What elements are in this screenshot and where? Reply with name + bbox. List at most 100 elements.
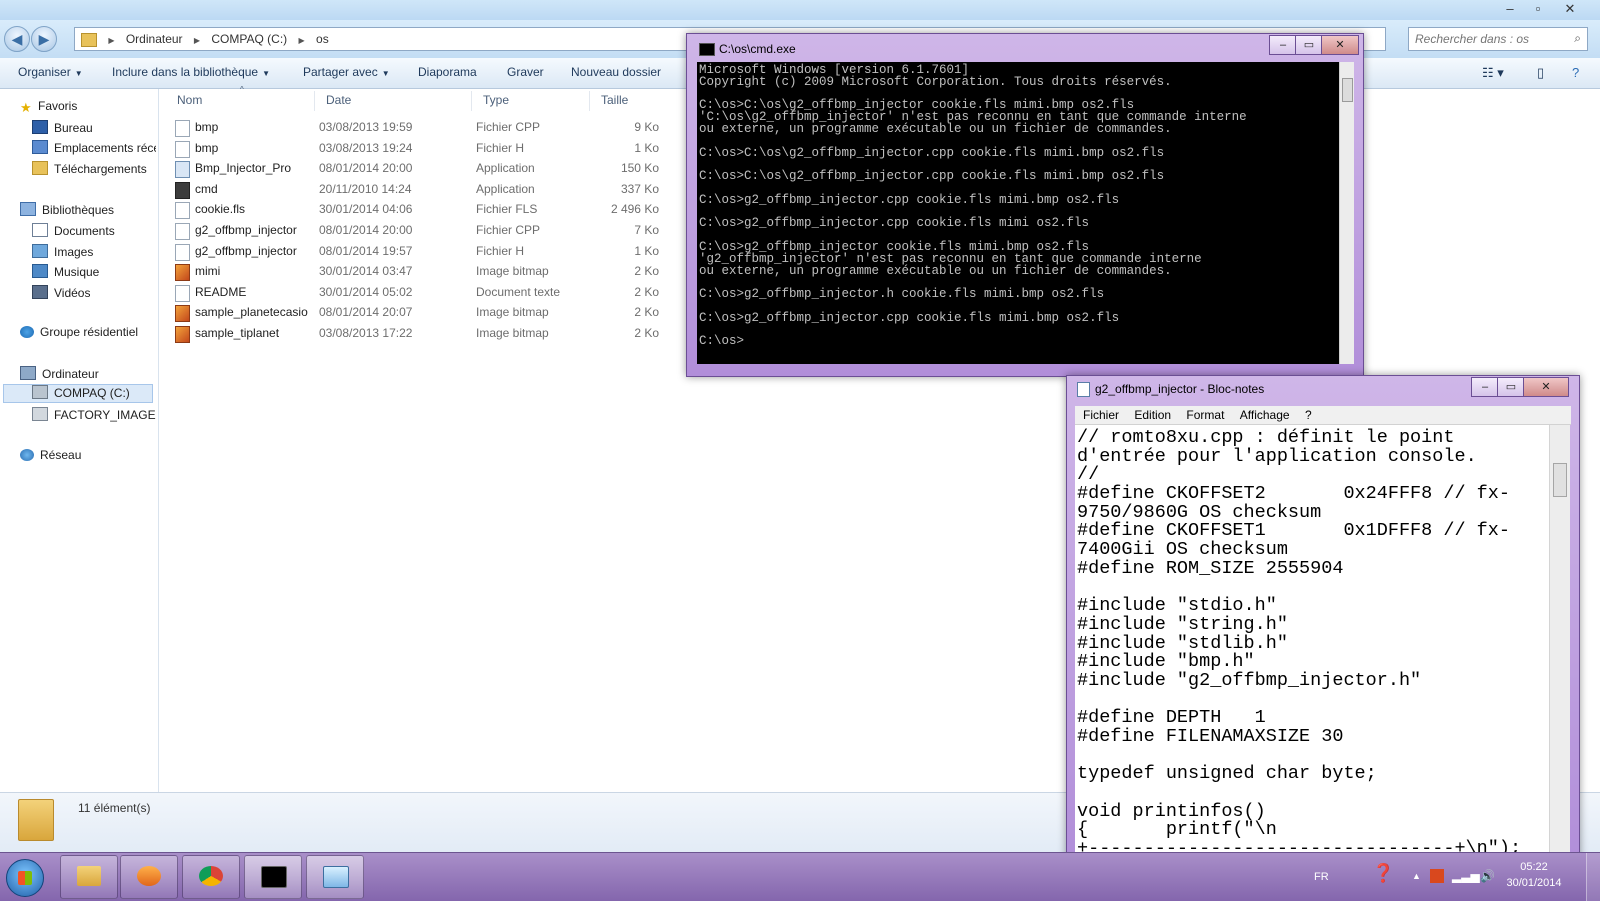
explorer-title-bar: – ▫ ✕ (0, 0, 1600, 20)
notepad-window[interactable]: g2_offbmp_injector - Bloc-notes – ▭ ✕ Fi… (1066, 375, 1580, 867)
new-folder-button[interactable]: Nouveau dossier (571, 65, 661, 79)
sidebar-item-drive-c[interactable]: COMPAQ (C:) (3, 384, 153, 403)
sidebar-item-libraries[interactable]: Bibliothèques (20, 202, 114, 217)
start-button[interactable] (6, 859, 44, 897)
column-divider[interactable] (314, 91, 315, 111)
breadcrumb-computer[interactable]: Ordinateur (126, 28, 183, 50)
vertical-scrollbar[interactable] (1549, 425, 1570, 866)
close-button[interactable]: ✕ (1321, 35, 1359, 55)
sidebar-item-favorites[interactable]: ★ Favoris (20, 99, 77, 113)
help-icon[interactable]: ? (1572, 65, 1579, 80)
sidebar-item-network[interactable]: Réseau (20, 448, 81, 462)
column-header-size[interactable]: Taille (601, 93, 628, 107)
taskbar-cmd-button[interactable] (244, 855, 302, 899)
breadcrumb-drive[interactable]: COMPAQ (C:) (211, 28, 287, 50)
scrollbar-thumb[interactable] (1553, 463, 1567, 497)
menu-view[interactable]: Affichage (1240, 406, 1290, 424)
file-row[interactable]: g2_offbmp_injector 08/01/2014 20:00 Fichie… (171, 220, 671, 240)
file-name: g2_offbmp_injector (195, 243, 297, 258)
minimize-button[interactable]: – (1471, 377, 1499, 397)
preview-pane-icon[interactable]: ▯ (1537, 65, 1544, 81)
security-icon[interactable] (1430, 869, 1444, 883)
sidebar-item-videos[interactable]: Vidéos (32, 285, 90, 300)
organize-button[interactable]: Organiser ▼ (18, 65, 83, 79)
volume-icon[interactable]: 🔊 (1480, 869, 1495, 883)
search-box[interactable]: ⌕ (1408, 27, 1588, 51)
column-header-name[interactable]: Nom (177, 93, 202, 107)
breadcrumb-folder[interactable]: os (316, 28, 329, 50)
taskbar-notepad-button[interactable] (306, 855, 364, 899)
folder-icon (18, 799, 54, 841)
forward-button[interactable]: ▶ (31, 26, 57, 52)
clock[interactable]: 05:22 30/01/2014 (1504, 859, 1564, 891)
language-indicator[interactable]: FR (1314, 871, 1329, 883)
sidebar-item-recent-places[interactable]: Emplacements récer (32, 140, 156, 155)
menu-edit[interactable]: Edition (1134, 406, 1171, 424)
text-line: #include "g2_offbmp_injector.h" (1077, 669, 1422, 691)
maximize-button[interactable]: ▭ (1295, 35, 1323, 55)
maximize-button[interactable]: ▭ (1497, 377, 1525, 397)
file-row[interactable]: bmp 03/08/2013 19:24 Fichier H 1 Ko (171, 138, 671, 158)
show-hidden-icons-icon[interactable]: ▲ (1412, 871, 1421, 881)
file-row[interactable]: cookie.fls 30/01/2014 04:06 Fichier FLS 2 4… (171, 199, 671, 220)
text-line: typedef unsigned char byte; (1077, 763, 1377, 785)
sidebar-item-images[interactable]: Images (32, 244, 93, 259)
column-divider[interactable] (471, 91, 472, 111)
file-row[interactable]: g2_offbmp_injector 08/01/2014 19:57 Fichie… (171, 241, 671, 261)
sidebar-item-computer[interactable]: Ordinateur (20, 366, 99, 381)
clock-date: 30/01/2014 (1506, 877, 1562, 889)
sidebar-item-documents[interactable]: Documents (32, 223, 115, 238)
scrollbar-thumb[interactable] (1342, 78, 1353, 102)
sidebar-item-downloads[interactable]: Téléchargements (32, 161, 147, 176)
show-desktop-button[interactable] (1586, 853, 1600, 901)
menu-file[interactable]: Fichier (1083, 406, 1119, 424)
burn-button[interactable]: Graver (507, 65, 544, 79)
sidebar-item-homegroup[interactable]: Groupe résidentiel (20, 325, 138, 339)
search-input[interactable] (1409, 28, 1567, 50)
file-name: mimi (195, 264, 221, 279)
console-line: Copyright (c) 2009 Microsoft Corporation… (699, 74, 1172, 89)
sidebar-item-desktop[interactable]: Bureau (32, 120, 93, 135)
help-icon[interactable]: ❓ (1372, 863, 1394, 884)
folder-icon (77, 866, 101, 886)
column-header-type[interactable]: Type (483, 93, 509, 107)
drive-icon (32, 385, 48, 399)
sidebar-item-music[interactable]: Musique (32, 264, 99, 279)
file-date: 08/01/2014 20:00 (319, 161, 413, 176)
file-type: Fichier CPP (476, 120, 541, 134)
notepad-text-area[interactable]: // romto8xu.cpp : définit le point d'entr… (1075, 425, 1549, 866)
file-row[interactable]: sample_planetecasio 08/01/2014 20:07 Image… (171, 302, 671, 323)
share-with-button[interactable]: Partager avec ▼ (303, 65, 390, 79)
file-row[interactable]: README 30/01/2014 05:02 Document texte 2 Ko (171, 282, 671, 302)
slideshow-button[interactable]: Diaporama (418, 65, 477, 79)
network-signal-icon[interactable]: ▂▃▅ (1452, 869, 1480, 883)
cmd-window[interactable]: C:\os\cmd.exe – ▭ ✕ Microsoft Windows [v… (686, 33, 1364, 377)
file-type: Application (476, 161, 535, 176)
close-button[interactable]: ✕ (1523, 377, 1569, 397)
file-row[interactable]: cmd 20/11/2010 14:24 Application 337 Ko (171, 179, 671, 199)
include-in-library-button[interactable]: Inclure dans la bibliothèque ▼ (112, 65, 270, 79)
vertical-scrollbar[interactable] (1339, 62, 1354, 364)
close-icon[interactable]: ✕ (1556, 0, 1584, 18)
column-divider[interactable] (589, 91, 590, 111)
sidebar-item-drive-d[interactable]: FACTORY_IMAGE (D (32, 407, 156, 422)
minimize-icon[interactable]: – (1496, 0, 1524, 18)
column-header-date[interactable]: Date (326, 93, 351, 107)
music-icon (32, 264, 48, 278)
taskbar-explorer-button[interactable] (60, 855, 118, 899)
taskbar-media-player-button[interactable] (120, 855, 178, 899)
view-options-icon[interactable]: ☷ ▾ (1482, 65, 1504, 81)
file-row[interactable]: Bmp_Injector_Pro 08/01/2014 20:00 Applicat… (171, 158, 671, 179)
file-row[interactable]: bmp 03/08/2013 19:59 Fichier CPP 9 Ko (171, 117, 671, 137)
menu-help[interactable]: ? (1305, 406, 1312, 424)
minimize-button[interactable]: – (1269, 35, 1297, 55)
taskbar-chrome-button[interactable] (182, 855, 240, 899)
file-row[interactable]: mimi 30/01/2014 03:47 Image bitmap 2 Ko (171, 261, 671, 282)
menu-format[interactable]: Format (1186, 406, 1224, 424)
file-name: sample_tiplanet (195, 326, 280, 340)
file-row[interactable]: sample_tiplanet 03/08/2013 17:22 Image bit… (171, 323, 671, 343)
search-icon[interactable]: ⌕ (1574, 31, 1581, 46)
back-button[interactable]: ◀ (4, 26, 30, 52)
maximize-icon[interactable]: ▫ (1524, 0, 1552, 18)
console-output[interactable]: Microsoft Windows [version 6.1.7601] Copy… (697, 62, 1339, 364)
